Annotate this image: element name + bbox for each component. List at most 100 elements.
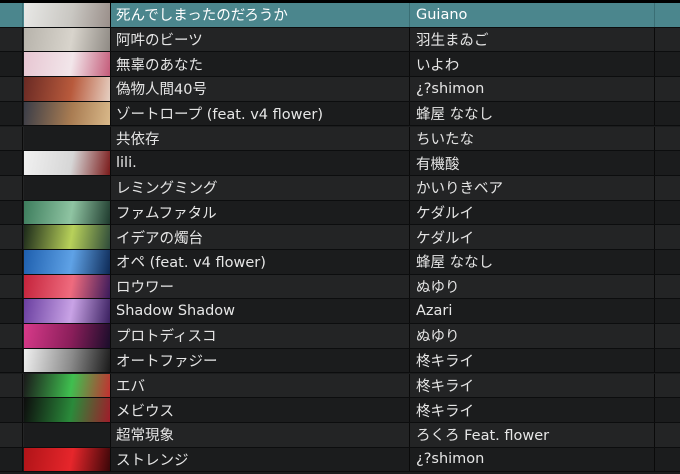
column-divider [654, 250, 655, 274]
column-divider [409, 348, 410, 373]
album-art-thumbnail [24, 126, 111, 151]
track-artist: 蜂屋 ななし [416, 107, 494, 124]
row-gutter [0, 225, 23, 249]
track-row[interactable]: lili. 有機酸 [0, 151, 680, 176]
column-divider [409, 101, 410, 126]
row-gutter [0, 151, 23, 175]
album-art-thumbnail [24, 101, 111, 126]
album-art-thumbnail [24, 200, 111, 225]
track-artist: ろくろ Feat. flower [416, 428, 550, 445]
track-artist: ¿?shimon [416, 80, 485, 97]
track-title: オートファジー [116, 354, 218, 371]
album-art-thumbnail [24, 422, 111, 447]
track-list: 死んでしまったのだろうか Guiano 阿吽のビーツ 羽生まゐご無辜のあなた いよわ偽物… [0, 0, 680, 474]
row-gutter [0, 126, 23, 151]
album-art-thumbnail [24, 77, 111, 101]
track-title: メビウス [116, 403, 174, 420]
row-gutter [0, 348, 23, 373]
column-divider [654, 3, 655, 27]
track-title: 死んでしまったのだろうか [116, 8, 288, 25]
album-art-thumbnail [24, 447, 111, 472]
album-art-thumbnail [24, 299, 111, 324]
track-title: 偽物人間40号 [116, 82, 207, 99]
track-row[interactable]: Shadow Shadow Azari [0, 299, 680, 325]
track-row[interactable]: レミングミング かいりきベア [0, 175, 680, 201]
track-row[interactable]: イデアの燭台 ケダルイ [0, 225, 680, 250]
track-artist: ちいたな [416, 131, 474, 148]
track-row[interactable]: 死んでしまったのだろうか Guiano [0, 3, 680, 28]
track-row[interactable]: 無辜のあなた いよわ [0, 52, 680, 78]
track-row[interactable]: オートファジー 柊キライ [0, 348, 680, 374]
track-artist: いよわ [416, 57, 460, 74]
track-row[interactable]: 共依存 ちいたな [0, 126, 680, 152]
column-divider [409, 225, 410, 249]
column-divider [409, 175, 410, 200]
column-divider [409, 126, 410, 151]
track-row[interactable]: 偽物人間40号 ¿?shimon [0, 77, 680, 102]
column-divider [654, 200, 655, 225]
track-title: イデアの燭台 [116, 230, 203, 247]
row-gutter [0, 324, 23, 348]
track-row[interactable]: ロウワー ぬゆり [0, 274, 680, 300]
album-art-thumbnail [24, 52, 111, 77]
track-row[interactable]: エバ 柊キライ [0, 373, 680, 399]
row-gutter [0, 422, 23, 447]
row-gutter [0, 101, 23, 126]
track-row[interactable]: ストレンジ ¿?shimon [0, 447, 680, 473]
track-artist: 柊キライ [416, 403, 474, 420]
album-art-thumbnail [24, 27, 111, 52]
track-artist: ぬゆり [416, 280, 460, 297]
column-divider [654, 398, 655, 422]
column-divider [409, 151, 410, 175]
album-art-thumbnail [24, 250, 111, 274]
column-divider [409, 398, 410, 422]
track-title: 阿吽のビーツ [116, 33, 203, 50]
column-divider [654, 225, 655, 249]
column-divider [409, 52, 410, 77]
row-gutter [0, 373, 23, 398]
track-artist: 羽生まゐご [416, 33, 489, 50]
album-art-thumbnail [24, 324, 111, 348]
row-gutter [0, 77, 23, 101]
column-divider [654, 373, 655, 398]
row-gutter [0, 447, 23, 472]
row-gutter [0, 200, 23, 225]
track-artist: 有機酸 [416, 156, 460, 173]
column-divider [409, 422, 410, 447]
track-artist: Guiano [416, 6, 468, 23]
row-gutter [0, 250, 23, 274]
column-divider [654, 77, 655, 101]
track-row[interactable]: ゾートロープ (feat. v4 flower) 蜂屋 ななし [0, 101, 680, 127]
track-title: プロトディスコ [116, 329, 217, 346]
track-title: ゾートロープ (feat. v4 flower) [116, 107, 324, 124]
row-gutter [0, 3, 23, 27]
track-artist: ぬゆり [416, 329, 460, 346]
track-title: 共依存 [116, 131, 160, 148]
track-row[interactable]: メビウス 柊キライ [0, 398, 680, 423]
column-divider [409, 27, 410, 52]
track-artist: Azari [416, 303, 453, 320]
row-gutter [0, 398, 23, 422]
album-art-thumbnail [24, 274, 111, 299]
album-art-thumbnail [24, 348, 111, 373]
row-gutter [0, 175, 23, 200]
column-divider [409, 77, 410, 101]
column-divider [654, 422, 655, 447]
track-artist: ¿?shimon [416, 451, 485, 468]
track-title: Shadow Shadow [116, 303, 236, 320]
track-title: 無辜のあなた [116, 57, 203, 74]
track-row[interactable]: 超常現象 ろくろ Feat. flower [0, 422, 680, 448]
track-row[interactable]: ファムファタル ケダルイ [0, 200, 680, 226]
row-gutter [0, 274, 23, 299]
track-row[interactable]: 阿吽のビーツ 羽生まゐご [0, 27, 680, 53]
track-title: ファムファタル [116, 205, 217, 222]
track-title: lili. [116, 155, 137, 172]
column-divider [409, 447, 410, 472]
column-divider [654, 52, 655, 77]
track-row[interactable]: オペ (feat. v4 flower) 蜂屋 ななし [0, 250, 680, 275]
track-artist: ケダルイ [416, 230, 474, 247]
column-divider [409, 3, 410, 27]
track-row[interactable]: プロトディスコ ぬゆり [0, 324, 680, 349]
column-divider [409, 274, 410, 299]
column-divider [654, 101, 655, 126]
